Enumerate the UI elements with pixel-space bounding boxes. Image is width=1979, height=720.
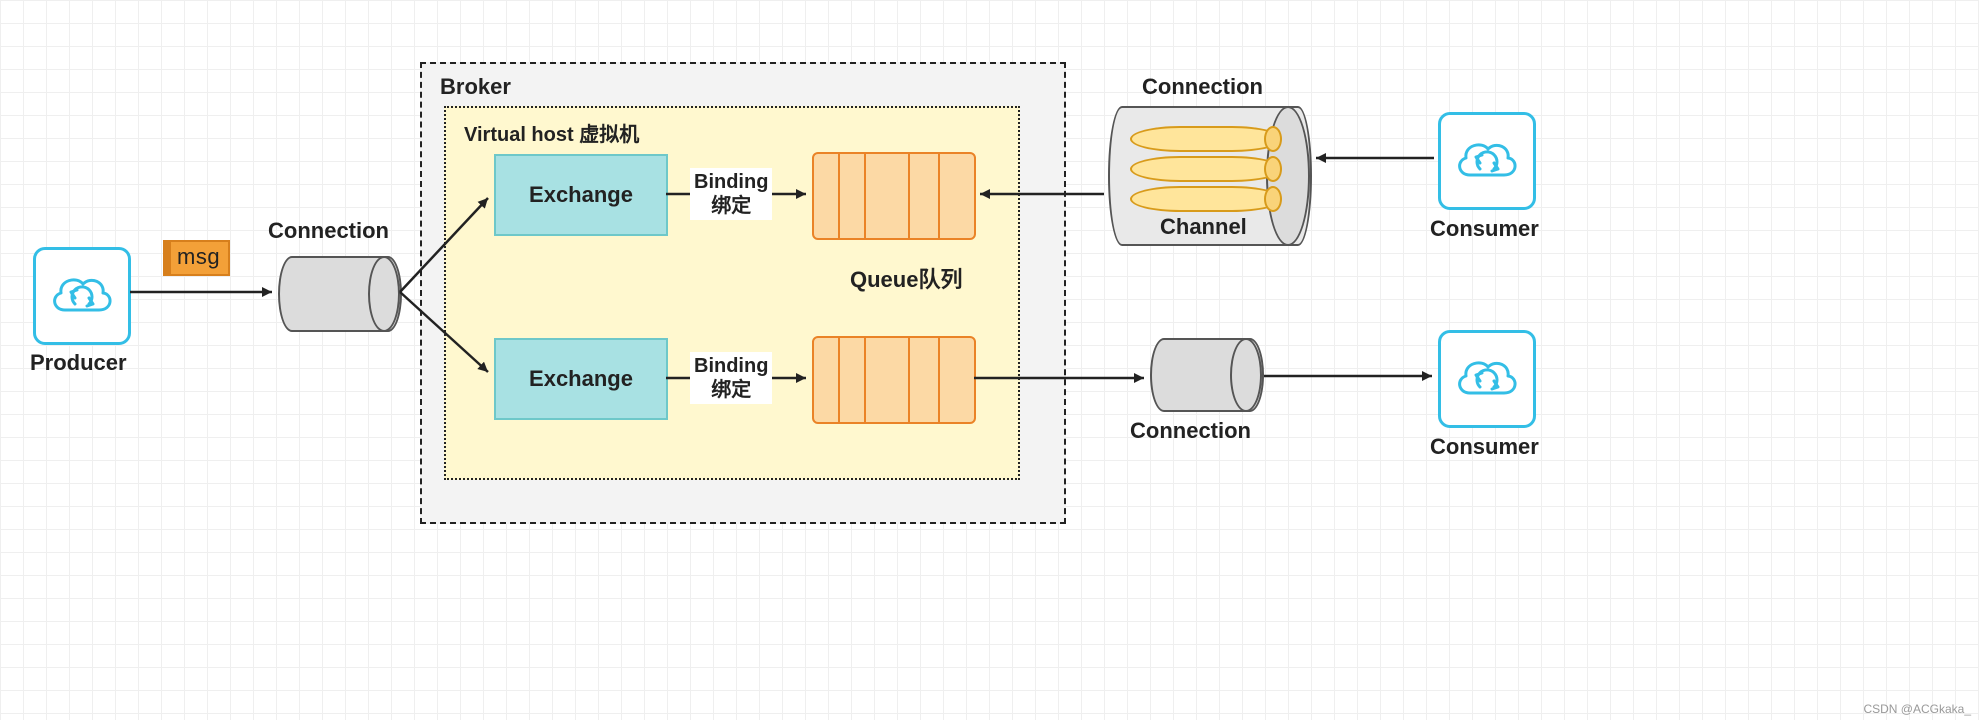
exchange-1-label: Exchange: [529, 182, 633, 208]
queue-2: [812, 336, 972, 420]
broker-title: Broker: [440, 74, 511, 100]
connection-producer-label: Connection: [268, 218, 389, 244]
binding-1: Binding 绑定: [690, 168, 772, 220]
consumer-2-icon: [1438, 330, 1536, 428]
consumer-1-icon: [1438, 112, 1536, 210]
consumer-1-label: Consumer: [1430, 216, 1539, 242]
connection-producer-cylinder: [278, 256, 398, 328]
exchange-2: Exchange: [494, 338, 668, 420]
channel-tube-1: [1130, 126, 1282, 152]
msg-tag: msg: [163, 240, 230, 276]
connection-bottom-label: Connection: [1130, 418, 1251, 444]
binding-1-line2: 绑定: [694, 194, 768, 218]
queue-1: [812, 152, 972, 236]
watermark: CSDN @ACGkaka_: [1863, 702, 1971, 716]
binding-2-line2: 绑定: [694, 378, 768, 402]
binding-2: Binding 绑定: [690, 352, 772, 404]
vhost-title: Virtual host 虚拟机: [464, 118, 639, 147]
exchange-1: Exchange: [494, 154, 668, 236]
exchange-2-label: Exchange: [529, 366, 633, 392]
queue-caption: Queue队列: [850, 262, 962, 294]
producer-label: Producer: [30, 350, 127, 376]
producer-icon: [33, 247, 131, 345]
diagram-canvas: { "producer": { "label": "Producer" }, "…: [0, 0, 1979, 720]
channel-tube-3: [1130, 186, 1282, 212]
channel-tube-2: [1130, 156, 1282, 182]
binding-2-line1: Binding: [694, 354, 768, 378]
connection-bottom-cylinder: [1150, 338, 1260, 408]
channel-label: Channel: [1160, 214, 1247, 240]
msg-label: msg: [177, 244, 220, 269]
connection-top-label: Connection: [1142, 74, 1263, 100]
binding-1-line1: Binding: [694, 170, 768, 194]
consumer-2-label: Consumer: [1430, 434, 1539, 460]
